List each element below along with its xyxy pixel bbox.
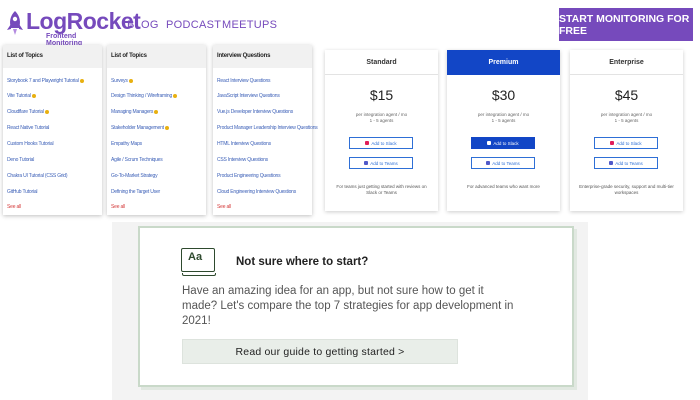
nav-blog[interactable]: BLOG [127, 19, 159, 31]
menu-item[interactable]: Managing Managers [111, 109, 159, 115]
add-to-teams-button[interactable]: Add to Teams [471, 157, 535, 169]
page: LogRocket Frontend Monitoring BLOG PODCA… [0, 0, 700, 400]
plan-price: $30 [491, 87, 516, 103]
new-badge-icon [154, 109, 159, 114]
menu-title: Interview Questions [213, 45, 312, 68]
new-badge-icon [31, 93, 36, 98]
topics-menu-1: List of Topics Storybook 7 and Playwrigh… [3, 45, 102, 215]
plan-price: $45 [614, 87, 639, 103]
site-header: LogRocket Frontend Monitoring BLOG PODCA… [0, 0, 700, 48]
menu-item[interactable]: Empathy Maps [111, 141, 142, 147]
add-to-slack-button[interactable]: Add to Slack [349, 137, 413, 149]
menu-item[interactable]: GitHub Tutorial [7, 189, 38, 195]
start-monitoring-button[interactable]: START MONITORING FOR FREE [559, 8, 693, 41]
plan-card-premium: Premium $30 per integration agent / mo 1 … [447, 50, 560, 211]
menu-item[interactable]: Product Engineering Questions [217, 173, 281, 179]
read-guide-button[interactable]: Read our guide to getting started > [182, 339, 458, 364]
plan-price-desc: per integration agent / mo 1 - 5 agents [600, 112, 653, 123]
menu-item[interactable]: Agile / Scrum Techniques [111, 157, 163, 163]
guide-body: Have an amazing idea for an app, but not… [182, 285, 514, 327]
nav-meetups[interactable]: MEETUPS [222, 19, 277, 31]
menu-title: List of Topics [3, 45, 102, 68]
new-badge-icon [44, 109, 49, 114]
menu-item[interactable]: HTML Interview Questions [217, 141, 271, 147]
menu-item[interactable]: Product Manager Leadership Interview Que… [217, 125, 318, 131]
menu-item[interactable]: React Native Tutorial [7, 125, 49, 131]
menu-item[interactable]: Vue.js Developer Interview Questions [217, 109, 293, 115]
rocket-icon [7, 11, 23, 35]
menu-item[interactable]: Cloudflare Tutorial [7, 109, 49, 115]
plan-card-enterprise: Enterprise $45 per integration agent / m… [570, 50, 683, 211]
add-to-teams-button[interactable]: Add to Teams [349, 157, 413, 169]
menu-item[interactable]: Defining the Target User [111, 189, 160, 195]
menu-item[interactable]: Surveys [111, 78, 133, 84]
topics-menu-2: List of Topics Surveys Design Thinking /… [107, 45, 206, 215]
slack-icon [487, 141, 492, 145]
slack-icon [610, 141, 615, 145]
menu-item[interactable]: Cloud Engineering Interview Questions [217, 189, 296, 195]
menu-item[interactable]: JavaScript Interview Questions [217, 93, 280, 99]
teams-icon [486, 161, 491, 165]
interview-questions-menu: Interview Questions React Interview Ques… [213, 45, 318, 215]
see-all-link[interactable]: See all [7, 204, 21, 210]
logo[interactable]: LogRocket Frontend Monitoring [6, 8, 141, 47]
menu-title: List of Topics [107, 45, 206, 68]
slack-icon [365, 141, 370, 145]
see-all-link[interactable]: See all [111, 204, 125, 210]
menu-item[interactable]: React Interview Questions [217, 78, 271, 84]
plan-note: For teams just getting started with revi… [336, 184, 427, 195]
plan-price-desc: per integration agent / mo 1 - 5 agents [477, 112, 530, 123]
nav-podcast[interactable]: PODCAST [166, 19, 221, 31]
new-badge-icon [173, 93, 178, 98]
brand-name: LogRocket [26, 8, 141, 34]
guide-title: Not sure where to start? [236, 256, 369, 268]
add-to-slack-button[interactable]: Add to Slack [471, 137, 535, 149]
menu-item[interactable]: Custom Hooks Tutorial [7, 141, 54, 147]
menu-item[interactable]: Stakeholder Management [111, 125, 169, 131]
menu-item[interactable]: Vite Tutorial [7, 93, 36, 99]
new-badge-icon [128, 78, 133, 83]
menu-item[interactable]: Go-To-Market Strategy [111, 173, 158, 179]
menu-item[interactable]: Deno Tutorial [7, 157, 34, 163]
add-to-teams-button[interactable]: Add to Teams [594, 157, 658, 169]
new-badge-icon [79, 78, 84, 83]
plan-card-standard: Standard $15 per integration agent / mo 1… [325, 50, 438, 211]
menu-item[interactable]: Storybook 7 and Playwright Tutorial [7, 78, 84, 84]
menu-item[interactable]: Chakra UI Tutorial (CSS Grid) [7, 173, 68, 179]
see-all-link[interactable]: See all [217, 204, 231, 210]
plan-name: Premium [447, 50, 560, 75]
plan-note: Enterprise-grade security, support and m… [579, 184, 674, 195]
book-icon: Aa [181, 248, 216, 276]
plan-price-desc: per integration agent / mo 1 - 5 agents [355, 112, 408, 123]
teams-icon [364, 161, 369, 165]
menu-item[interactable]: Design Thinking / Wireframing [111, 93, 178, 99]
plan-note: For advanced teams who want more [467, 184, 540, 189]
plan-name: Standard [325, 50, 438, 75]
new-badge-icon [164, 125, 169, 130]
plan-name: Enterprise [570, 50, 683, 75]
menu-item[interactable]: CSS Interview Questions [217, 157, 268, 163]
add-to-slack-button[interactable]: Add to Slack [594, 137, 658, 149]
teams-icon [609, 161, 614, 165]
plan-price: $15 [369, 87, 394, 103]
